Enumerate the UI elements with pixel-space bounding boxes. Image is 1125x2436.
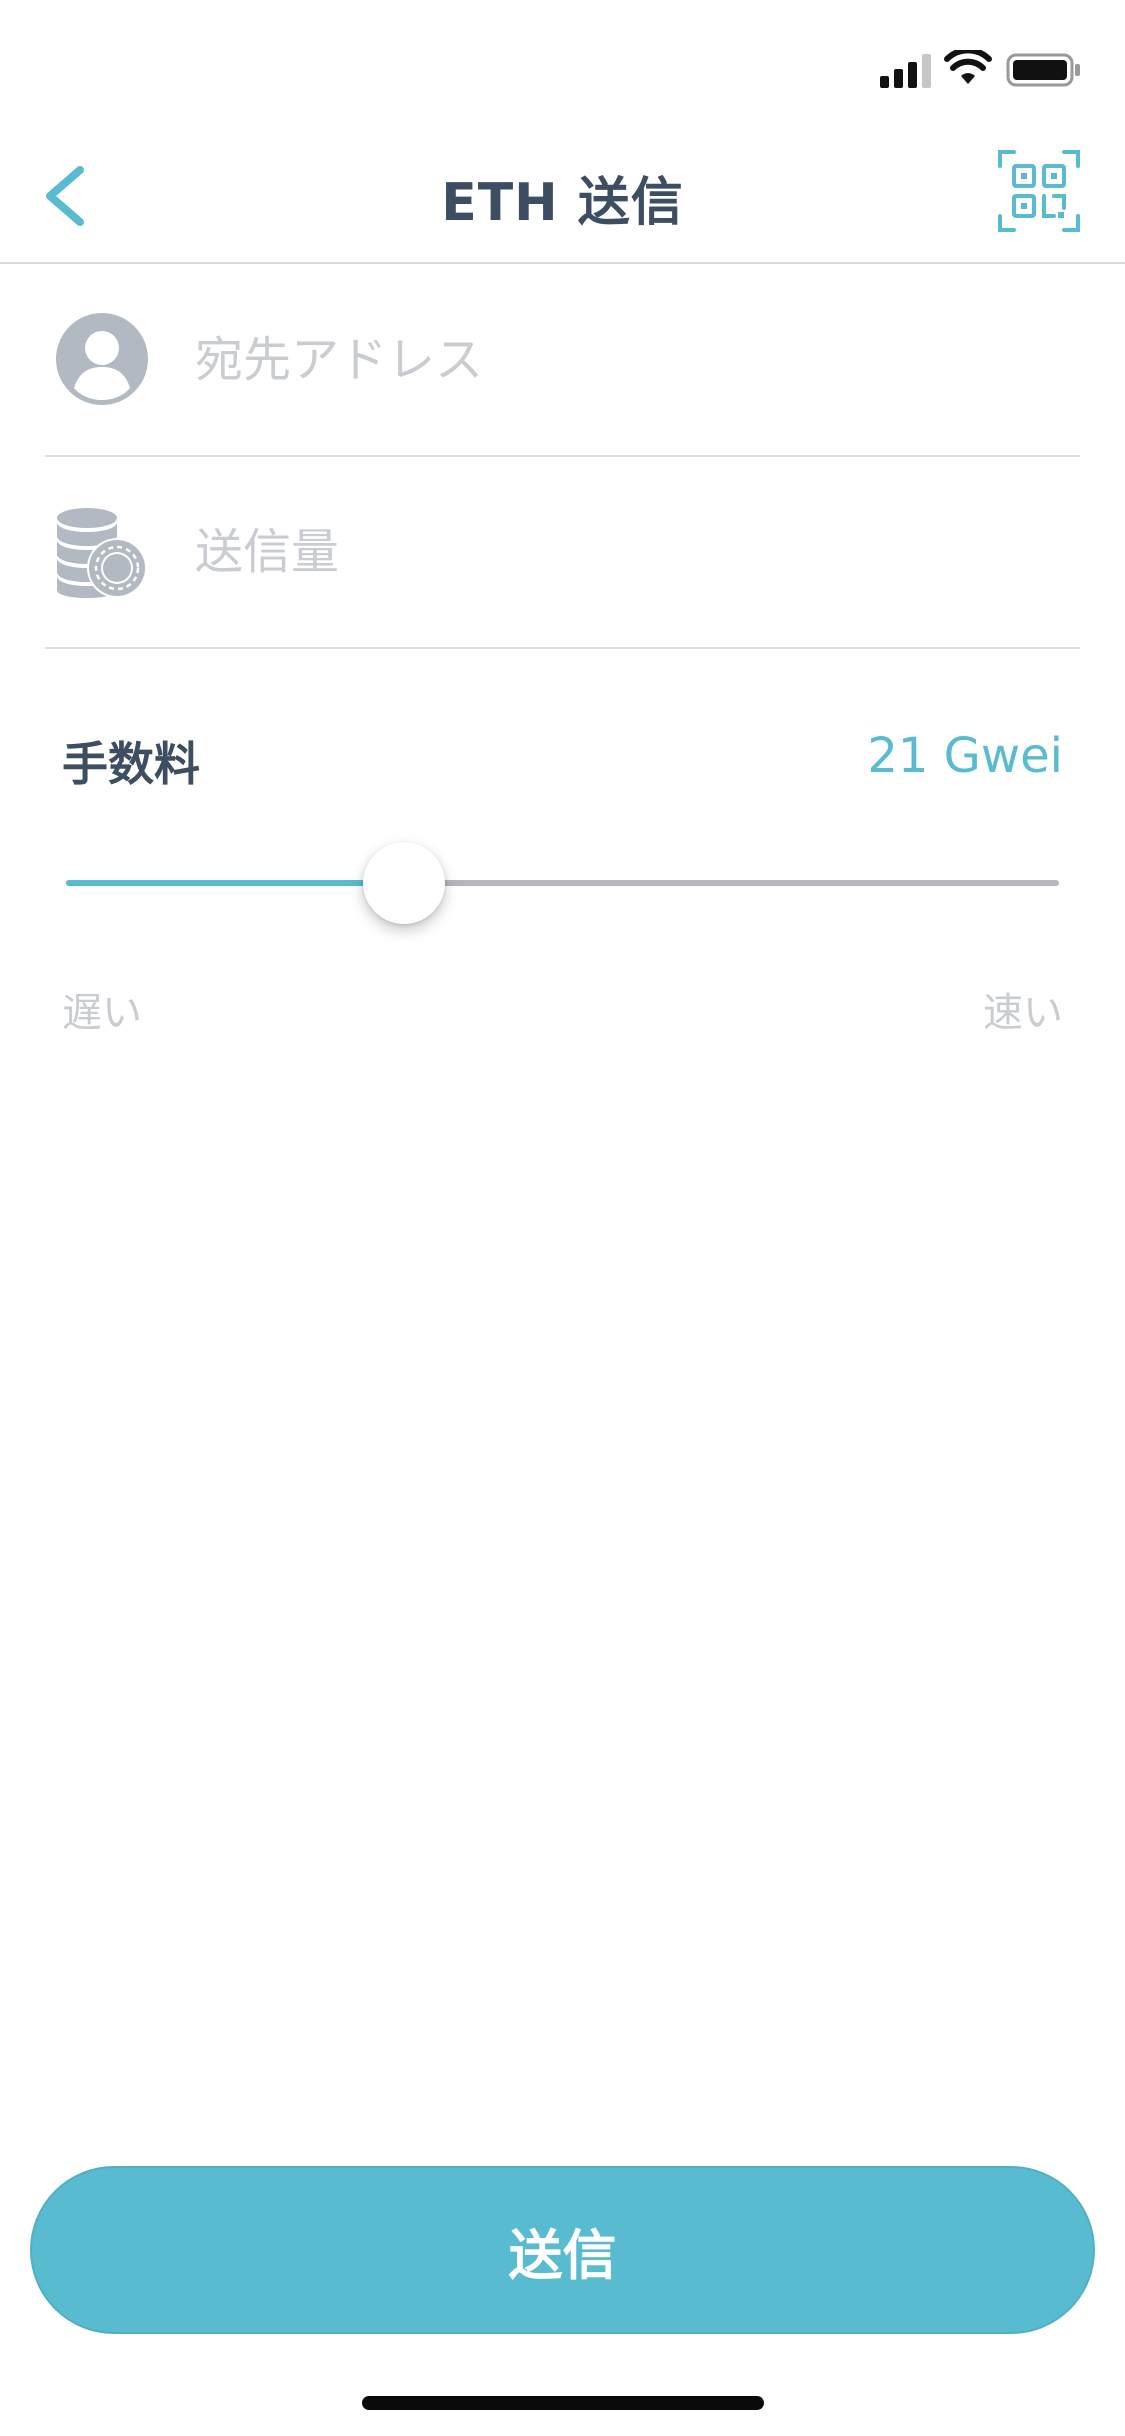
amount-row <box>45 457 1080 649</box>
address-input[interactable] <box>195 320 1055 400</box>
send-button[interactable]: 送信 <box>30 2166 1095 2334</box>
page-title: ETH 送信 <box>441 173 684 233</box>
qr-code-icon <box>998 150 1080 232</box>
battery-icon <box>1006 53 1080 87</box>
coins-icon <box>55 504 149 598</box>
address-row <box>45 265 1080 457</box>
fee-label: 手数料 <box>62 737 200 791</box>
fee-value: 21 Gwei <box>867 728 1063 784</box>
qr-scan-button[interactable] <box>998 150 1080 232</box>
send-button-label: 送信 <box>508 2223 617 2287</box>
fast-label: 速い <box>983 990 1063 1036</box>
signal-icon <box>880 54 931 88</box>
fee-slider[interactable] <box>66 842 1059 924</box>
amount-input[interactable] <box>195 512 1055 592</box>
slider-thumb[interactable] <box>362 842 445 924</box>
person-icon <box>55 312 149 406</box>
status-bar <box>0 0 1125 132</box>
wifi-icon <box>944 50 992 84</box>
home-indicator <box>362 2396 764 2410</box>
slow-label: 遅い <box>62 990 142 1036</box>
nav-bar: ETH 送信 <box>0 132 1125 264</box>
slider-fill <box>66 880 404 886</box>
